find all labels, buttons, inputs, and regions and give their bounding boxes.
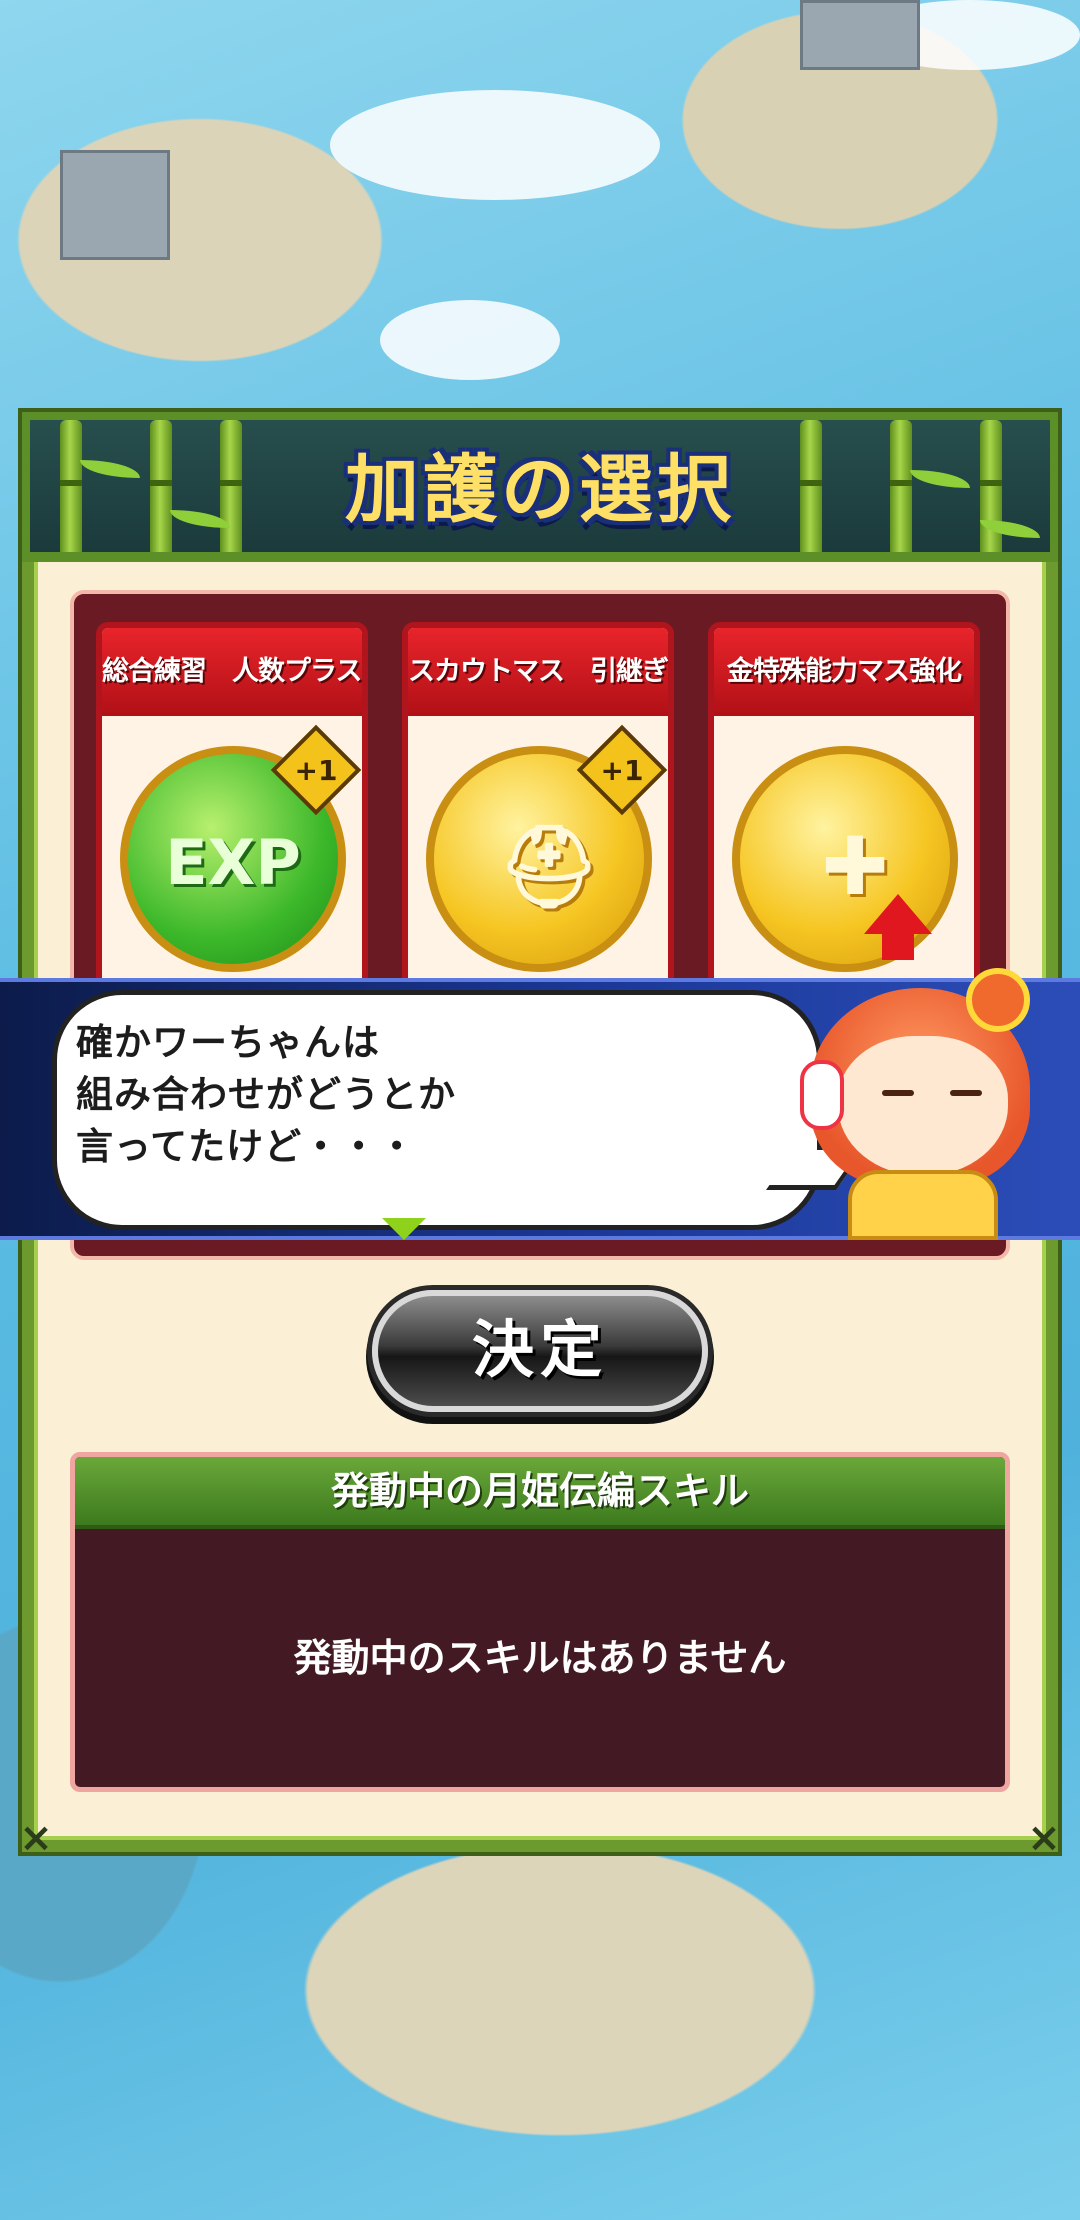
dialogue-line: 言ってたけど・・・ (76, 1125, 417, 1168)
corner-ornament-icon: × (19, 1815, 53, 1861)
corner-ornament-icon: × (1027, 1815, 1061, 1861)
headset-icon (800, 1060, 844, 1130)
arrow-up-stem (882, 932, 914, 960)
character-eye (950, 1090, 982, 1096)
card-title: 金特殊能力マス強化 (714, 628, 974, 716)
next-arrow-icon[interactable] (382, 1218, 426, 1240)
gold-skill-upgrade-icon: ✚ (732, 746, 958, 972)
blessing-card-scout[interactable]: スカウトマス 引継ぎ＋1 ⛑ +1 (402, 622, 674, 1012)
dialogue-line: 組み合わせがどうとか (76, 1073, 456, 1116)
dialogue-line: 確かワーちゃんは (76, 1021, 380, 1064)
medal-text: EXP (165, 826, 301, 899)
card-title: 総合練習 人数プラス＋2 (102, 628, 362, 716)
no-skill-message: 発動中のスキルはありません (293, 1636, 787, 1680)
cloud (380, 300, 560, 380)
blessing-card-gold-skill[interactable]: 金特殊能力マス強化 ✚ (708, 622, 980, 1012)
skill-panel-header: 発動中の月姫伝編スキル (75, 1457, 1005, 1529)
helmet-icon: ⛑ (498, 820, 600, 913)
character-face (838, 1036, 1008, 1176)
confirm-button[interactable]: 決定 (372, 1290, 708, 1412)
character-portrait (790, 960, 1060, 1240)
page-title: 加護の選択 (345, 447, 735, 533)
badge-label: +1 (294, 753, 338, 787)
arrow-up-icon (864, 894, 932, 934)
building-icon (60, 150, 170, 260)
badge-label: +1 (600, 753, 644, 787)
building-icon (800, 0, 920, 70)
card-title: スカウトマス 引継ぎ＋1 (408, 628, 668, 716)
active-skill-panel: 発動中の月姫伝編スキル 発動中のスキルはありません (70, 1452, 1010, 1792)
character-eye (882, 1090, 914, 1096)
character-hair-bun (966, 968, 1030, 1032)
blessing-card-practice[interactable]: 総合練習 人数プラス＋2 EXP +1 (96, 622, 368, 1012)
cloud (330, 90, 660, 200)
character-body (848, 1170, 998, 1240)
